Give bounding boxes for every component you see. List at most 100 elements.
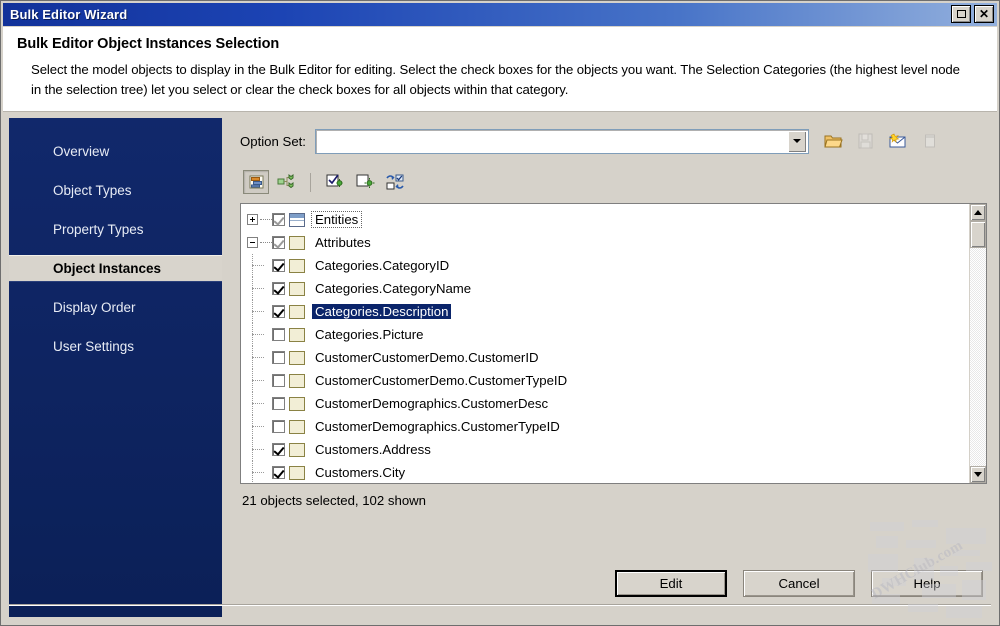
bulk-editor-wizard-window: Bulk Editor Wizard ✕ Bulk Editor Object … [0, 0, 1000, 626]
option-set-combobox[interactable] [314, 128, 809, 154]
tree-node-label: Categories.Description [312, 304, 452, 319]
tree-node-item[interactable]: Customers.City [247, 461, 969, 483]
new-option-set-icon[interactable] [887, 131, 909, 152]
tree-node-label: Categories.CategoryName [315, 281, 472, 296]
sidebar-item-overview[interactable]: Overview [9, 138, 222, 165]
scroll-up-button[interactable] [970, 204, 986, 221]
tree-connector [260, 218, 272, 221]
node-checkbox[interactable] [272, 328, 285, 341]
tree-node-item[interactable]: CustomerDemographics.CustomerDesc [247, 392, 969, 415]
sidebar-item-property-types[interactable]: Property Types [9, 216, 222, 243]
option-set-dropdown-button[interactable] [787, 130, 806, 152]
tree-connector [260, 241, 272, 244]
sidebar-item-label: Object Instances [53, 261, 162, 276]
node-checkbox[interactable] [272, 466, 285, 479]
tree-node-item-selected[interactable]: Categories.Description [247, 300, 969, 323]
sidebar-item-label: Display Order [53, 300, 136, 315]
collapse-icon[interactable] [247, 237, 258, 248]
sidebar-item-user-settings[interactable]: User Settings [9, 333, 222, 360]
tree-node-entities[interactable]: Entities [247, 208, 969, 231]
wizard-sidebar: Overview Object Types Property Types Obj… [9, 118, 222, 617]
node-checkbox[interactable] [272, 213, 285, 226]
sidebar-item-label: User Settings [53, 339, 135, 354]
sidebar-item-label: Object Types [53, 183, 132, 198]
node-checkbox[interactable] [272, 236, 285, 249]
tree-connector [247, 346, 272, 369]
node-checkbox[interactable] [272, 397, 285, 410]
hierarchy-view-button[interactable] [273, 170, 299, 194]
attribute-list-icon [289, 281, 305, 296]
save-icon[interactable] [855, 131, 877, 152]
attribute-list-icon [289, 442, 305, 457]
tree-node-label: Categories.Picture [315, 327, 424, 342]
sidebar-item-object-types[interactable]: Object Types [9, 177, 222, 204]
tree-connector [247, 254, 272, 277]
node-checkbox[interactable] [272, 443, 285, 456]
tree-node-item[interactable]: Categories.CategoryID [247, 254, 969, 277]
sidebar-item-display-order[interactable]: Display Order [9, 294, 222, 321]
scroll-down-button[interactable] [970, 466, 986, 483]
cancel-button[interactable]: Cancel [743, 570, 855, 597]
sidebar-item-object-instances[interactable]: Object Instances [9, 255, 222, 282]
attribute-list-icon [289, 419, 305, 434]
attribute-list-icon [289, 327, 305, 342]
tree-node-item[interactable]: CustomerCustomerDemo.CustomerTypeID [247, 369, 969, 392]
attribute-list-icon [289, 258, 305, 273]
status-text: 21 objects selected, 102 shown [242, 493, 427, 508]
option-set-label: Option Set: [240, 133, 306, 149]
tree-node-label: Attributes [315, 235, 371, 250]
attribute-list-icon [289, 235, 305, 250]
page-title: Bulk Editor Object Instances Selection [17, 36, 280, 52]
node-checkbox[interactable] [272, 420, 285, 433]
tree-node-attributes[interactable]: Attributes [247, 231, 969, 254]
help-button[interactable]: Help [871, 570, 983, 597]
tree-connector [247, 277, 272, 300]
tree-connector [247, 461, 272, 483]
tree-node-label: CustomerCustomerDemo.CustomerTypeID [315, 373, 568, 388]
invert-selection-button[interactable] [382, 170, 408, 194]
tree-node-label: Entities [310, 211, 363, 228]
tree-toolbar [240, 168, 987, 196]
screenshot-root: Bulk Editor Wizard ✕ Bulk Editor Object … [0, 0, 1000, 626]
window-title: Bulk Editor Wizard [10, 7, 128, 22]
expand-icon[interactable] [247, 214, 258, 225]
node-checkbox[interactable] [272, 305, 285, 318]
tree-node-label: CustomerCustomerDemo.CustomerID [315, 350, 539, 365]
restore-button[interactable] [951, 5, 971, 23]
flat-list-view-button[interactable] [243, 170, 269, 194]
node-checkbox[interactable] [272, 374, 285, 387]
option-set-row: Option Set: [240, 126, 987, 156]
edit-button[interactable]: Edit [615, 570, 727, 597]
tree-node-label: Customers.Address [315, 442, 431, 457]
cancel-button-label: Cancel [778, 576, 820, 591]
restore-icon [956, 10, 966, 18]
toolbar-separator [310, 172, 311, 192]
tree-node-item[interactable]: CustomerDemographics.CustomerTypeID [247, 415, 969, 438]
uncheck-all-button[interactable] [352, 170, 378, 194]
object-instances-tree: Entities Attributes Categories.CategoryI… [240, 203, 987, 484]
node-checkbox[interactable] [272, 351, 285, 364]
tree-node-item[interactable]: CustomerCustomerDemo.CustomerID [247, 346, 969, 369]
close-icon: ✕ [978, 6, 990, 21]
tree-connector [247, 300, 272, 323]
scrollbar-thumb[interactable] [970, 221, 986, 248]
tree-scrollbar[interactable] [969, 204, 986, 483]
node-checkbox[interactable] [272, 259, 285, 272]
tree-node-item[interactable]: Customers.Address [247, 438, 969, 461]
option-set-actions [823, 131, 941, 152]
check-all-button[interactable] [322, 170, 348, 194]
open-folder-icon[interactable] [823, 131, 845, 152]
chevron-down-icon [792, 139, 801, 143]
window-titlebar: Bulk Editor Wizard ✕ [3, 3, 997, 26]
tree-node-item[interactable]: Categories.Picture [247, 323, 969, 346]
attribute-list-icon [289, 373, 305, 388]
delete-icon[interactable] [919, 131, 941, 152]
attribute-list-icon [289, 304, 305, 319]
sidebar-item-label: Property Types [53, 222, 144, 237]
entity-table-icon [289, 212, 305, 227]
node-checkbox[interactable] [272, 282, 285, 295]
tree-connector [247, 438, 272, 461]
tree-node-item[interactable]: Categories.CategoryName [247, 277, 969, 300]
close-button[interactable]: ✕ [974, 5, 994, 23]
scrollbar-track[interactable] [970, 221, 986, 466]
